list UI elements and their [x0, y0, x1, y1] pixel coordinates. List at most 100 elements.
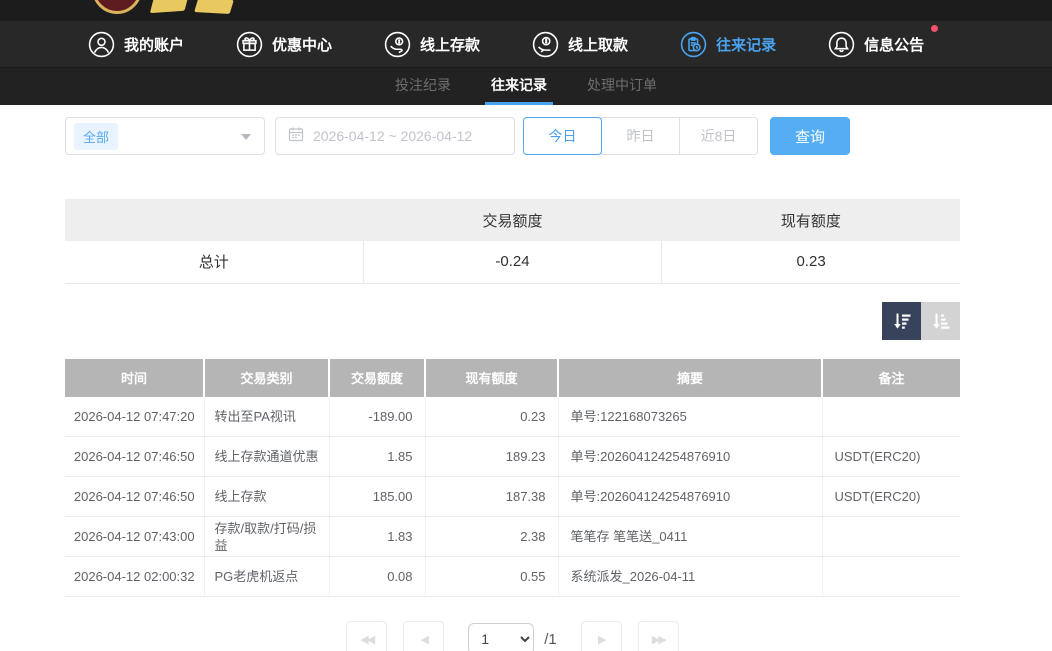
record-tabs: 投注纪录 往来记录 处理中订单 [0, 67, 1052, 105]
cell-time: 2026-04-12 07:43:00 [65, 517, 204, 557]
table-row: 2026-04-12 07:46:50 线上存款 185.00 187.38 单… [65, 477, 960, 517]
pagination: ◀◀ ◀ 1 /1 ▶ ▶▶ [65, 621, 960, 651]
brand-logo-text [194, 0, 234, 14]
filter-bar: 全部 2026-04-12 ~ 2026-04-12 今日 昨日 近8日 查询 [65, 117, 960, 155]
summary-total-label: 总计 [65, 241, 363, 283]
table-row: 2026-04-12 07:47:20 转出至PA视讯 -189.00 0.23… [65, 397, 960, 437]
cell-time: 2026-04-12 07:47:20 [65, 397, 204, 437]
user-icon [88, 31, 115, 58]
gift-icon [236, 31, 263, 58]
cell-note [822, 517, 960, 557]
cell-summary: 单号:122168073265 [558, 397, 822, 437]
cell-summary: 单号:202604124254876910 [558, 437, 822, 477]
sort-controls [65, 302, 960, 340]
cell-trade-amount: -189.00 [329, 397, 425, 437]
date-range-input[interactable]: 2026-04-12 ~ 2026-04-12 [275, 117, 515, 155]
type-filter-tag[interactable]: 全部 [74, 123, 118, 150]
brand-logo[interactable] [92, 0, 142, 14]
brand-logo-text [150, 0, 188, 13]
summary-header-row: 交易额度 现有额度 [65, 199, 960, 241]
cell-balance: 0.55 [425, 557, 558, 597]
nav-label: 优惠中心 [272, 34, 332, 55]
main-content: 全部 2026-04-12 ~ 2026-04-12 今日 昨日 近8日 查询 [65, 117, 960, 651]
cell-trade-amount: 1.85 [329, 437, 425, 477]
cell-time: 2026-04-12 07:46:50 [65, 477, 204, 517]
cell-type: 线上存款 [204, 477, 329, 517]
yesterday-button[interactable]: 昨日 [601, 117, 680, 155]
last-page-button[interactable]: ▶▶ [638, 621, 679, 651]
date-range-value: 2026-04-12 ~ 2026-04-12 [313, 128, 472, 144]
col-summary: 摘要 [558, 359, 822, 397]
cell-type: 转出至PA视讯 [204, 397, 329, 437]
first-page-button[interactable]: ◀◀ [346, 621, 387, 651]
sort-descending-icon[interactable] [882, 302, 921, 340]
nav-label: 线上取款 [568, 34, 628, 55]
cell-balance: 187.38 [425, 477, 558, 517]
records-table: 时间 交易类别 交易额度 现有额度 摘要 备注 2026-04-12 07:47… [65, 359, 960, 598]
notification-badge-dot [931, 25, 938, 32]
deposit-icon [384, 31, 411, 58]
tab-pending-orders[interactable]: 处理中订单 [581, 68, 663, 105]
previous-page-button[interactable]: ◀ [403, 621, 444, 651]
col-note: 备注 [822, 359, 960, 397]
cell-time: 2026-04-12 02:00:32 [65, 557, 204, 597]
search-button[interactable]: 查询 [770, 117, 850, 155]
cell-balance: 2.38 [425, 517, 558, 557]
cell-summary: 系统派发_2026-04-11 [558, 557, 822, 597]
quick-range-group: 今日 昨日 近8日 [523, 117, 758, 155]
top-bar [0, 0, 1052, 21]
records-icon [680, 31, 707, 58]
summary-header-trade-amount: 交易额度 [363, 199, 661, 241]
sort-ascending-icon[interactable] [921, 302, 960, 340]
cell-type: 线上存款通道优惠 [204, 437, 329, 477]
summary-trade-amount: -0.24 [363, 241, 661, 283]
summary-header-balance: 现有额度 [662, 199, 960, 241]
nav-label: 我的账户 [124, 34, 184, 55]
nav-label: 信息公告 [864, 34, 924, 55]
cell-note [822, 397, 960, 437]
summary-total-row: 总计 -0.24 0.23 [65, 241, 960, 283]
table-row: 2026-04-12 02:00:32 PG老虎机返点 0.08 0.55 系统… [65, 557, 960, 597]
col-time: 时间 [65, 359, 204, 397]
nav-item-online-deposit[interactable]: 线上存款 [384, 31, 480, 58]
cell-time: 2026-04-12 07:46:50 [65, 437, 204, 477]
nav-item-announcements[interactable]: 信息公告 [828, 31, 924, 58]
nav-item-transaction-records[interactable]: 往来记录 [680, 31, 776, 58]
summary-header-blank [65, 199, 363, 241]
cell-type: 存款/取款/打码/损益 [204, 517, 329, 557]
cell-note: USDT(ERC20) [822, 437, 960, 477]
main-nav: 我的账户 优惠中心 线上存款 线上取款 [0, 21, 1052, 67]
cell-note: USDT(ERC20) [822, 477, 960, 517]
cell-balance: 0.23 [425, 397, 558, 437]
summary-balance: 0.23 [662, 241, 960, 283]
last-8-days-button[interactable]: 近8日 [679, 117, 758, 155]
cell-trade-amount: 185.00 [329, 477, 425, 517]
calendar-icon [288, 126, 304, 147]
cell-trade-amount: 0.08 [329, 557, 425, 597]
table-row: 2026-04-12 07:46:50 线上存款通道优惠 1.85 189.23… [65, 437, 960, 477]
page-select[interactable]: 1 [468, 623, 534, 651]
summary-table: 交易额度 现有额度 总计 -0.24 0.23 [65, 199, 960, 284]
withdraw-icon [532, 31, 559, 58]
table-row: 2026-04-12 07:43:00 存款/取款/打码/损益 1.83 2.3… [65, 517, 960, 557]
col-trade-amount: 交易额度 [329, 359, 425, 397]
nav-label: 线上存款 [420, 34, 480, 55]
table-header-row: 时间 交易类别 交易额度 现有额度 摘要 备注 [65, 359, 960, 397]
tab-betting-records[interactable]: 投注纪录 [389, 68, 457, 105]
type-filter-select[interactable]: 全部 [65, 117, 265, 155]
nav-label: 往来记录 [716, 34, 776, 55]
cell-summary: 笔笔存 笔笔送_0411 [558, 517, 822, 557]
cell-balance: 189.23 [425, 437, 558, 477]
cell-type: PG老虎机返点 [204, 557, 329, 597]
nav-item-my-account[interactable]: 我的账户 [88, 31, 184, 58]
cell-note [822, 557, 960, 597]
today-button[interactable]: 今日 [523, 117, 602, 155]
chevron-down-icon [241, 134, 251, 140]
cell-trade-amount: 1.83 [329, 517, 425, 557]
tab-transaction-records[interactable]: 往来记录 [485, 68, 553, 105]
bell-icon [828, 31, 855, 58]
next-page-button[interactable]: ▶ [581, 621, 622, 651]
total-pages-label: /1 [544, 631, 557, 648]
nav-item-promo-center[interactable]: 优惠中心 [236, 31, 332, 58]
nav-item-online-withdraw[interactable]: 线上取款 [532, 31, 628, 58]
